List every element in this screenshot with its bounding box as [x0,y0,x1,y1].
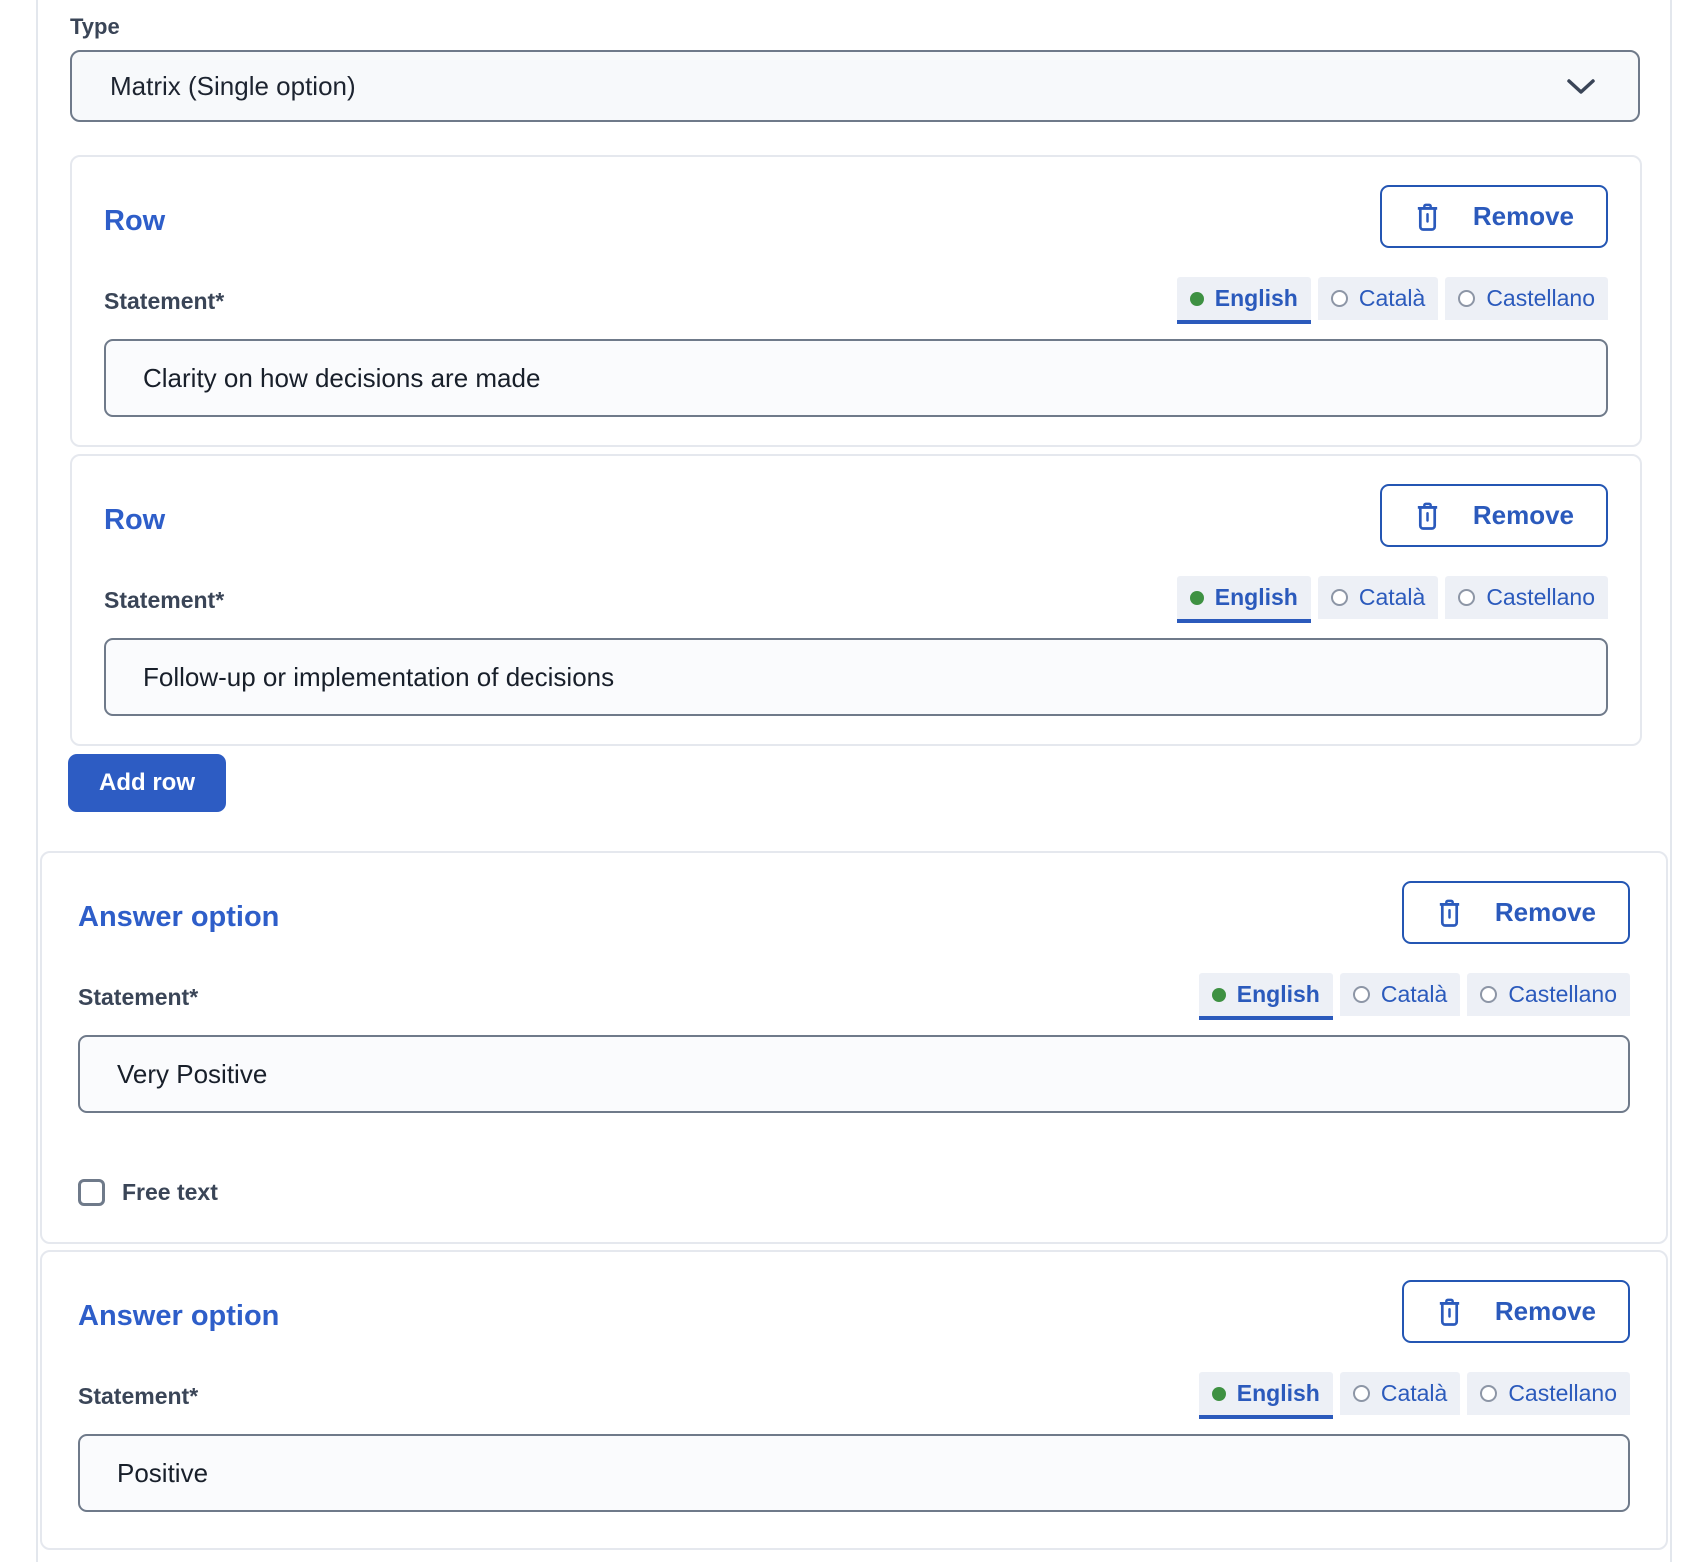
lang-tab-catala[interactable]: Català [1318,576,1438,623]
statement-label: Statement* [104,288,224,324]
chevron-down-icon [1566,78,1596,95]
lang-tab-label: Català [1381,1380,1447,1407]
statement-header: Statement* English Català Castellano [104,576,1608,623]
trash-icon [1414,501,1441,531]
lang-tab-label: Castellano [1486,584,1595,611]
row-card: Row Remove Statement* English [70,155,1642,447]
radio-circle-icon [1458,589,1475,606]
free-text-checkbox[interactable] [78,1179,105,1206]
language-tabs: English Català Castellano [1177,576,1608,623]
statement-header: Statement* English Català Castellano [78,973,1630,1020]
statement-label: Statement* [104,587,224,623]
lang-tab-label: English [1215,285,1298,312]
lang-tab-english[interactable]: English [1177,576,1311,623]
question-editor-panel: Type Matrix (Single option) Row Remove [36,0,1672,1562]
active-language-dot-icon [1190,591,1204,605]
lang-tab-castellano[interactable]: Castellano [1445,277,1608,324]
statement-header: Statement* English Català Castellano [104,277,1608,324]
lang-tab-label: Català [1359,584,1425,611]
lang-tab-label: Català [1359,285,1425,312]
remove-button-label: Remove [1473,201,1574,232]
statement-header: Statement* English Català Castellano [78,1372,1630,1419]
language-tabs: English Català Castellano [1177,277,1608,324]
lang-tab-english[interactable]: English [1199,1372,1333,1419]
trash-icon [1436,1297,1463,1327]
statement-input[interactable] [78,1434,1630,1512]
trash-icon [1414,202,1441,232]
type-select-value: Matrix (Single option) [110,71,356,102]
row-card-header: Row Remove [104,185,1608,248]
lang-tab-label: Castellano [1508,1380,1617,1407]
type-field-label: Type [70,14,1670,40]
radio-circle-icon [1480,1385,1497,1402]
answer-option-title: Answer option [78,1300,279,1333]
radio-circle-icon [1331,290,1348,307]
language-tabs: English Català Castellano [1199,1372,1630,1419]
lang-tab-english[interactable]: English [1199,973,1333,1020]
remove-answer-option-button[interactable]: Remove [1402,881,1630,944]
lang-tab-label: Castellano [1508,981,1617,1008]
question-editor-page: Type Matrix (Single option) Row Remove [0,0,1708,1562]
type-select[interactable]: Matrix (Single option) [70,50,1640,122]
statement-input[interactable] [78,1035,1630,1113]
trash-icon [1436,898,1463,928]
statement-input[interactable] [104,638,1608,716]
radio-circle-icon [1353,986,1370,1003]
active-language-dot-icon [1212,988,1226,1002]
row-card: Row Remove Statement* English [70,454,1642,746]
lang-tab-castellano[interactable]: Castellano [1467,973,1630,1020]
lang-tab-label: English [1237,1380,1320,1407]
lang-tab-label: Castellano [1486,285,1595,312]
language-tabs: English Català Castellano [1199,973,1630,1020]
answer-option-card: Answer option Remove Statement* [40,851,1668,1244]
radio-circle-icon [1331,589,1348,606]
add-row-button[interactable]: Add row [68,754,226,812]
remove-button-label: Remove [1495,897,1596,928]
radio-circle-icon [1480,986,1497,1003]
free-text-label: Free text [122,1179,218,1206]
remove-row-button[interactable]: Remove [1380,484,1608,547]
radio-circle-icon [1458,290,1475,307]
statement-label: Statement* [78,1383,198,1419]
statement-label: Statement* [78,984,198,1020]
active-language-dot-icon [1212,1387,1226,1401]
remove-row-button[interactable]: Remove [1380,185,1608,248]
lang-tab-castellano[interactable]: Castellano [1467,1372,1630,1419]
row-card-header: Row Remove [104,484,1608,547]
lang-tab-english[interactable]: English [1177,277,1311,324]
remove-button-label: Remove [1495,1296,1596,1327]
answer-option-header: Answer option Remove [78,881,1630,944]
remove-answer-option-button[interactable]: Remove [1402,1280,1630,1343]
lang-tab-label: Català [1381,981,1447,1008]
row-card-title: Row [104,504,165,537]
answer-option-header: Answer option Remove [78,1280,1630,1343]
lang-tab-label: English [1237,981,1320,1008]
statement-input[interactable] [104,339,1608,417]
lang-tab-label: English [1215,584,1298,611]
radio-circle-icon [1353,1385,1370,1402]
lang-tab-catala[interactable]: Català [1340,1372,1460,1419]
row-card-title: Row [104,205,165,238]
free-text-row: Free text [78,1179,1630,1206]
lang-tab-catala[interactable]: Català [1318,277,1438,324]
lang-tab-castellano[interactable]: Castellano [1445,576,1608,623]
active-language-dot-icon [1190,292,1204,306]
answer-option-title: Answer option [78,901,279,934]
remove-button-label: Remove [1473,500,1574,531]
lang-tab-catala[interactable]: Català [1340,973,1460,1020]
answer-option-card: Answer option Remove Statement* [40,1250,1668,1550]
